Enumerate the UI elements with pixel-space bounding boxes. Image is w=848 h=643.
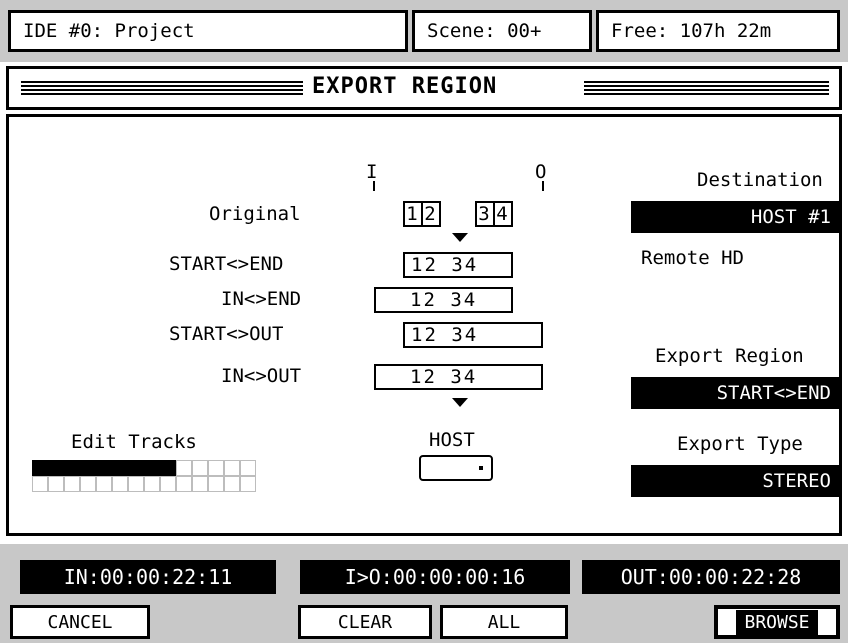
in-time-field[interactable]: IN:00:00:22:11 xyxy=(20,560,276,594)
title-rule-right xyxy=(584,81,829,95)
page-title: EXPORT REGION xyxy=(304,74,506,99)
track-cell[interactable] xyxy=(224,476,240,492)
export-type-label: Export Type xyxy=(677,433,803,455)
in-marker: I xyxy=(366,161,378,183)
track-cell[interactable] xyxy=(144,476,160,492)
all-button[interactable]: ALL xyxy=(440,605,568,639)
track-cell[interactable] xyxy=(176,476,192,492)
browse-button-label: BROWSE xyxy=(736,609,818,635)
browse-button[interactable]: BROWSE xyxy=(714,605,840,639)
export-type-field[interactable]: STEREO xyxy=(631,465,839,497)
arrow-down-icon xyxy=(452,233,468,242)
track-cell[interactable] xyxy=(128,476,144,492)
destination-subtitle: Remote HD xyxy=(641,247,744,269)
track-cell[interactable] xyxy=(208,460,224,476)
track-cell[interactable] xyxy=(96,460,112,476)
out-marker-stem xyxy=(542,181,544,191)
track-box-in-out[interactable]: 12 34 xyxy=(374,364,543,390)
out-time-field[interactable]: OUT:00:00:22:28 xyxy=(582,560,840,594)
track-cell[interactable] xyxy=(240,460,256,476)
original-track-1: 1 xyxy=(403,201,423,227)
track-box-in-end[interactable]: 12 34 xyxy=(374,287,513,313)
clear-button[interactable]: CLEAR xyxy=(298,605,432,639)
track-cell[interactable] xyxy=(80,460,96,476)
track-cell[interactable] xyxy=(80,476,96,492)
track-cell[interactable] xyxy=(176,460,192,476)
track-cell[interactable] xyxy=(128,460,144,476)
edit-tracks-grid[interactable] xyxy=(32,460,256,492)
destination-label: Destination xyxy=(697,169,823,191)
export-region-label: Export Region xyxy=(655,345,804,367)
row-label-original: Original xyxy=(209,203,301,225)
row-label-in-out: IN<>OUT xyxy=(221,365,302,387)
original-track-4: 4 xyxy=(493,201,513,227)
row-label-in-end: IN<>END xyxy=(221,288,302,310)
track-cell[interactable] xyxy=(32,460,48,476)
track-cell[interactable] xyxy=(48,476,64,492)
original-track-2: 2 xyxy=(421,201,441,227)
out-marker: O xyxy=(535,161,547,183)
track-cell[interactable] xyxy=(240,476,256,492)
title-bar: EXPORT REGION xyxy=(6,66,842,110)
track-cell[interactable] xyxy=(192,476,208,492)
in-marker-stem xyxy=(373,181,375,191)
cancel-button[interactable]: CANCEL xyxy=(10,605,150,639)
edit-tracks-label: Edit Tracks xyxy=(71,431,197,453)
track-cell[interactable] xyxy=(192,460,208,476)
original-track-3: 3 xyxy=(475,201,495,227)
status-bar: IDE #0: Project Scene: 00+ Free: 107h 22… xyxy=(0,0,848,62)
track-cell[interactable] xyxy=(64,476,80,492)
length-time-field[interactable]: I>O:00:00:00:16 xyxy=(300,560,570,594)
track-cell[interactable] xyxy=(160,476,176,492)
track-cell[interactable] xyxy=(224,460,240,476)
scene-indicator: Scene: 00+ xyxy=(412,10,592,52)
host-drive-icon[interactable] xyxy=(419,455,493,481)
track-cell[interactable] xyxy=(208,476,224,492)
row-label-start-end: START<>END xyxy=(169,253,284,275)
host-label: HOST xyxy=(429,429,475,451)
destination-field[interactable]: HOST #1 xyxy=(631,201,839,233)
free-space-indicator: Free: 107h 22m xyxy=(596,10,840,52)
track-cell[interactable] xyxy=(112,476,128,492)
track-cell[interactable] xyxy=(96,476,112,492)
track-cell[interactable] xyxy=(144,460,160,476)
track-box-start-end[interactable]: 12 34 xyxy=(403,252,513,278)
row-label-start-out: START<>OUT xyxy=(169,323,284,345)
track-box-start-out[interactable]: 12 34 xyxy=(403,322,543,348)
arrow-down-icon xyxy=(452,398,468,407)
track-cell[interactable] xyxy=(112,460,128,476)
drive-led-icon xyxy=(479,466,483,470)
project-name: IDE #0: Project xyxy=(8,10,408,52)
track-cell[interactable] xyxy=(32,476,48,492)
track-cell[interactable] xyxy=(48,460,64,476)
export-region-field[interactable]: START<>END xyxy=(631,377,839,409)
track-cell[interactable] xyxy=(64,460,80,476)
title-rule-left xyxy=(21,81,303,95)
track-cell[interactable] xyxy=(160,460,176,476)
